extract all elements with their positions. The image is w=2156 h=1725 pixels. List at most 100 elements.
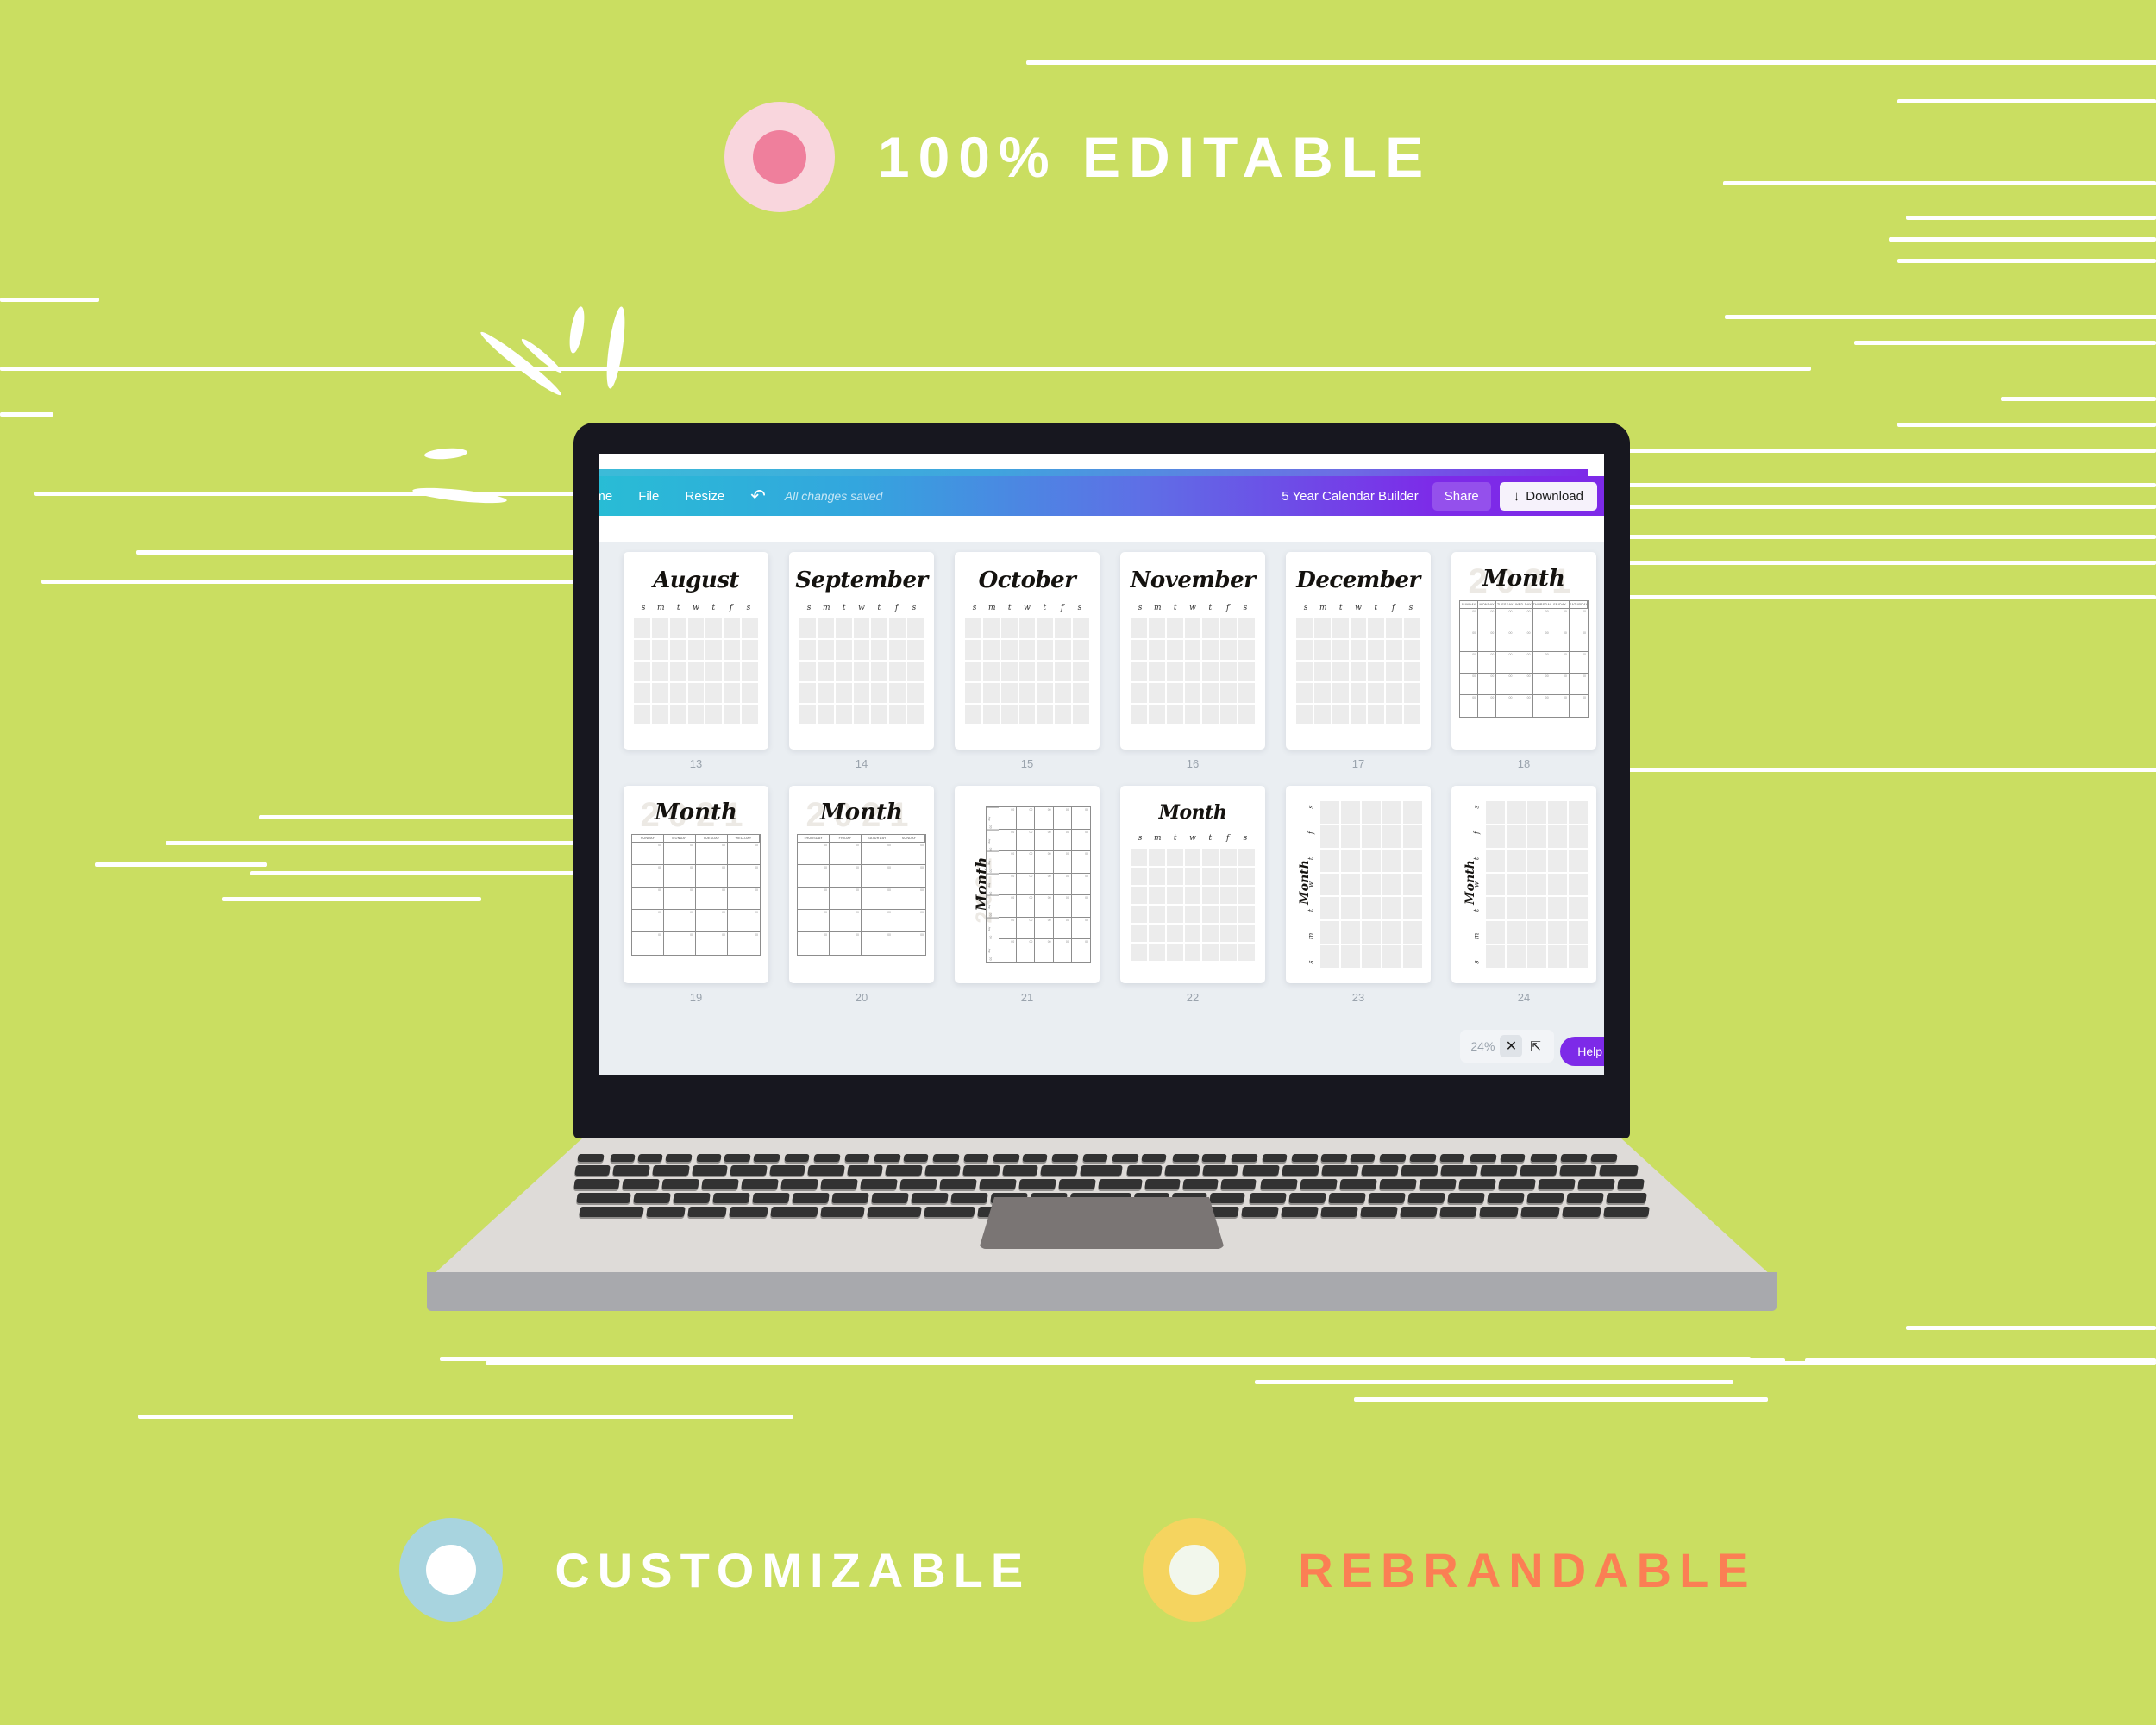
calendar-cell[interactable] — [965, 705, 981, 724]
calendar-cell[interactable] — [1527, 825, 1546, 848]
toolbar-home-button[interactable]: ome — [599, 489, 612, 504]
calendar-cell[interactable] — [1073, 618, 1089, 638]
calendar-cell[interactable] — [1548, 873, 1567, 896]
table-day-cell[interactable] — [1569, 652, 1588, 674]
calendar-cell[interactable] — [1166, 618, 1183, 638]
calendar-cell[interactable] — [1202, 925, 1219, 942]
table-day-cell[interactable] — [1551, 652, 1570, 674]
table-day-cell[interactable] — [1017, 917, 1036, 940]
calendar-cell[interactable] — [1350, 618, 1367, 638]
calendar-cell[interactable] — [1527, 801, 1546, 824]
calendar-cell[interactable] — [1202, 868, 1219, 885]
calendar-cell[interactable] — [687, 640, 705, 660]
table-day-cell[interactable] — [1514, 630, 1533, 652]
page-thumbnail[interactable]: October s m t w t f s — [955, 552, 1100, 750]
table-day-cell[interactable] — [1053, 917, 1072, 940]
calendar-cell[interactable] — [1350, 683, 1367, 703]
calendar-cell[interactable] — [651, 640, 668, 660]
page-thumbnail[interactable]: December s m t w t f s — [1286, 552, 1431, 750]
calendar-cell[interactable] — [1184, 887, 1201, 904]
calendar-cell[interactable] — [1362, 897, 1381, 920]
calendar-cell[interactable] — [1166, 683, 1183, 703]
calendar-cell[interactable] — [705, 683, 723, 703]
calendar-cell[interactable] — [1037, 618, 1054, 638]
calendar-cell[interactable] — [1184, 683, 1201, 703]
calendar-cell[interactable] — [1548, 849, 1567, 872]
calendar-cell[interactable] — [871, 618, 888, 638]
calendar-cell[interactable] — [1202, 683, 1219, 703]
calendar-cell[interactable] — [1507, 873, 1526, 896]
calendar-cell[interactable] — [634, 705, 650, 724]
calendar-cell[interactable] — [1320, 897, 1339, 920]
calendar-cell[interactable] — [1386, 705, 1403, 724]
undo-icon[interactable]: ↶ — [750, 487, 766, 505]
calendar-cell[interactable] — [1220, 925, 1238, 942]
table-day-cell[interactable] — [1496, 609, 1515, 630]
table-day-cell[interactable] — [728, 843, 760, 865]
calendar-cell[interactable] — [1386, 662, 1403, 681]
calendar-cell[interactable] — [1037, 662, 1054, 681]
table-day-cell[interactable] — [862, 865, 893, 888]
table-day-cell[interactable] — [632, 910, 664, 932]
calendar-cell[interactable] — [965, 683, 981, 703]
toolbar-file-button[interactable]: File — [638, 489, 659, 504]
calendar-cell[interactable] — [799, 662, 816, 681]
table-day-cell[interactable] — [999, 851, 1018, 874]
calendar-cell[interactable] — [965, 640, 981, 660]
table-day-cell[interactable] — [664, 932, 696, 955]
table-day-cell[interactable] — [1035, 829, 1054, 852]
table-day-cell[interactable] — [1071, 874, 1090, 896]
table-day-cell[interactable] — [999, 873, 1018, 896]
calendar-cell[interactable] — [1368, 662, 1385, 681]
calendar-cell[interactable] — [799, 618, 816, 638]
calendar-cell[interactable] — [1148, 887, 1165, 904]
calendar-cell[interactable] — [1000, 662, 1018, 681]
table-day-cell[interactable] — [1496, 630, 1515, 652]
calendar-cell[interactable] — [1332, 683, 1349, 703]
calendar-cell[interactable] — [1403, 801, 1422, 824]
table-day-cell[interactable] — [1460, 674, 1479, 695]
calendar-cell[interactable] — [1238, 887, 1255, 904]
table-day-cell[interactable] — [893, 888, 925, 910]
table-day-cell[interactable] — [798, 888, 830, 910]
table-day-cell[interactable] — [1478, 652, 1497, 674]
calendar-cell[interactable] — [1403, 825, 1422, 848]
calendar-cell[interactable] — [1238, 906, 1255, 923]
calendar-cell[interactable] — [1527, 921, 1546, 944]
calendar-cell[interactable] — [1320, 801, 1339, 824]
table-day-cell[interactable] — [1569, 609, 1588, 630]
calendar-cell[interactable] — [1184, 906, 1201, 923]
calendar-cell[interactable] — [669, 618, 686, 638]
calendar-cell[interactable] — [907, 705, 924, 724]
calendar-cell[interactable] — [1166, 906, 1183, 923]
calendar-cell[interactable] — [1386, 683, 1403, 703]
calendar-cell[interactable] — [853, 683, 870, 703]
calendar-cell[interactable] — [1341, 849, 1360, 872]
page-thumbnail[interactable]: 2021 Month SUNDAY MONDAY TUESDAY WED-DAY — [624, 786, 768, 983]
table-day-cell[interactable] — [728, 888, 760, 910]
calendar-cell[interactable] — [1184, 662, 1201, 681]
calendar-cell[interactable] — [705, 705, 723, 724]
calendar-cell[interactable] — [1220, 887, 1238, 904]
table-day-cell[interactable] — [1053, 829, 1072, 852]
canvas-scroll-area[interactable]: August s m t w t f s 13 September s m t w t f s 14 October… — [599, 542, 1604, 1075]
calendar-cell[interactable] — [1362, 945, 1381, 968]
calendar-cell[interactable] — [1296, 640, 1313, 660]
page-thumbnail[interactable]: November s m t w t f s — [1120, 552, 1265, 750]
calendar-cell[interactable] — [871, 640, 888, 660]
calendar-cell[interactable] — [1202, 906, 1219, 923]
calendar-cell[interactable] — [1332, 662, 1349, 681]
calendar-cell[interactable] — [1131, 618, 1147, 638]
calendar-cell[interactable] — [1148, 906, 1165, 923]
calendar-cell[interactable] — [1341, 945, 1360, 968]
table-day-cell[interactable] — [1053, 851, 1072, 874]
calendar-cell[interactable] — [835, 705, 852, 724]
calendar-cell[interactable] — [1569, 921, 1588, 944]
calendar-cell[interactable] — [1332, 640, 1349, 660]
calendar-cell[interactable] — [1296, 662, 1313, 681]
calendar-cell[interactable] — [1220, 705, 1238, 724]
table-day-cell[interactable] — [1035, 873, 1054, 896]
calendar-cell[interactable] — [1238, 849, 1255, 866]
calendar-cell[interactable] — [1184, 944, 1201, 961]
calendar-cell[interactable] — [1018, 640, 1036, 660]
